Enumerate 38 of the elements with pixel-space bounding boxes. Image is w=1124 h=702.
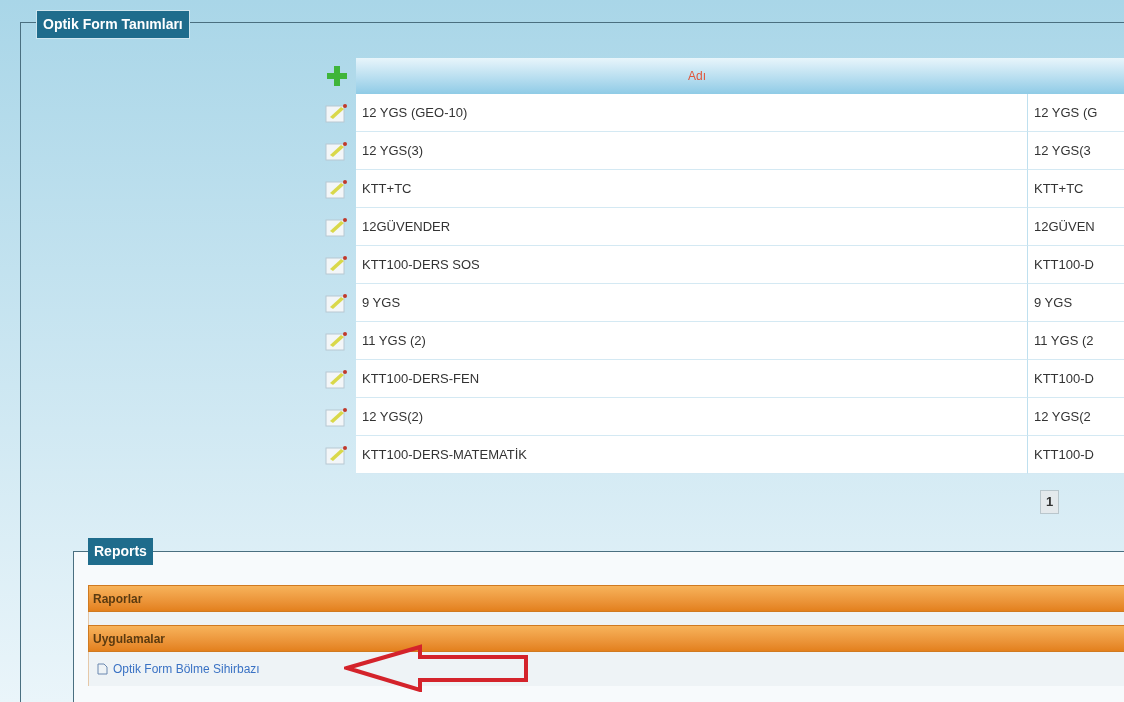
edit-icon[interactable] (325, 406, 349, 428)
edit-icon[interactable] (325, 292, 349, 314)
edit-icon[interactable] (325, 368, 349, 390)
table-cell: 11 YGS (2) (356, 322, 1028, 360)
table-cell: KTT100-DERS-MATEMATİK (356, 436, 1028, 474)
edit-icon[interactable] (325, 444, 349, 466)
table-cell: 12 YGS(3 (1028, 132, 1124, 170)
page-button[interactable]: 1 (1040, 490, 1060, 514)
table-cell: 9 YGS (1028, 284, 1124, 322)
table-cell: 9 YGS (356, 284, 1028, 322)
table-cell: 12 YGS(3) (356, 132, 1028, 170)
wizard-link[interactable]: Optik Form Bölme Sihirbazı (113, 660, 260, 678)
section-header[interactable]: Uygulamalar (88, 625, 1124, 652)
edit-icon[interactable] (325, 254, 349, 276)
table-cell: KTT+TC (1028, 170, 1124, 208)
edit-icon[interactable] (325, 178, 349, 200)
table-cell: 12GÜVEN (1028, 208, 1124, 246)
table-cell: 12 YGS(2 (1028, 398, 1124, 436)
table-cell: KTT+TC (356, 170, 1028, 208)
section-header[interactable]: Raporlar (88, 585, 1124, 612)
edit-icon[interactable] (325, 140, 349, 162)
table-cell: KTT100-D (1028, 360, 1124, 398)
column-header[interactable]: Adı (356, 58, 1124, 94)
table-cell: KTT100-DERS-FEN (356, 360, 1028, 398)
reports-title: Reports (88, 538, 153, 565)
table-cell: KTT100-D (1028, 246, 1124, 284)
edit-icon[interactable] (325, 216, 349, 238)
table-cell: 12 YGS (GEO-10) (356, 94, 1028, 132)
table-cell: 12 YGS(2) (356, 398, 1028, 436)
edit-icon[interactable] (325, 102, 349, 124)
panel-title: Optik Form Tanımları (36, 10, 190, 39)
table-cell: KTT100-DERS SOS (356, 246, 1028, 284)
table-cell: 11 YGS (2 (1028, 322, 1124, 360)
document-icon (97, 663, 108, 675)
table-cell: 12GÜVENDER (356, 208, 1028, 246)
table-cell: KTT100-D (1028, 436, 1124, 474)
edit-icon[interactable] (325, 330, 349, 352)
table-cell: 12 YGS (G (1028, 94, 1124, 132)
